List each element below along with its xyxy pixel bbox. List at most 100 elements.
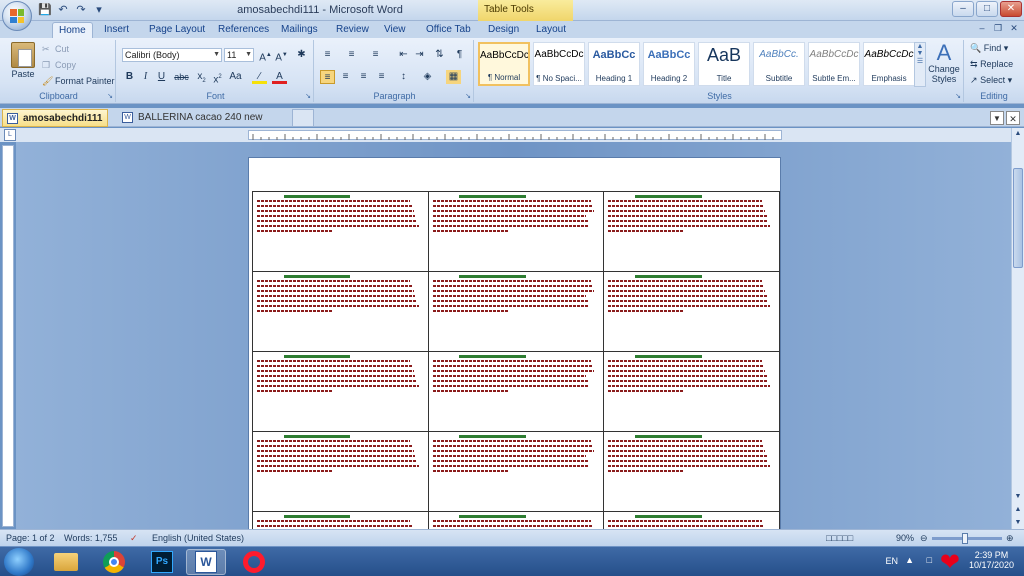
table-cell[interactable] <box>603 191 780 272</box>
align-center-icon[interactable]: ≡ <box>338 70 353 84</box>
document-area[interactable] <box>16 142 1011 529</box>
styles-gallery-scroll[interactable]: ▲ ▼ ☰ <box>914 42 926 87</box>
table-row[interactable] <box>252 271 780 352</box>
font-name-select[interactable]: Calibri (Body) ▼ <box>122 48 222 62</box>
select-button[interactable]: ↗ Select ▾ <box>970 75 1012 86</box>
zoom-slider-knob[interactable] <box>962 533 968 544</box>
table-row[interactable] <box>252 511 780 529</box>
paragraph-launcher-icon[interactable]: ↘ <box>465 92 471 100</box>
redo-icon[interactable]: ↷ <box>74 3 88 17</box>
doc-tab-close-icon[interactable]: ✕ <box>1006 111 1020 125</box>
style-subtitle[interactable]: AaBbCc. Subtitle <box>753 42 805 86</box>
language[interactable]: English (United States) <box>152 533 244 543</box>
replace-button[interactable]: ⇆ Replace <box>970 59 1013 70</box>
maximize-button[interactable]: □ <box>976 1 998 17</box>
sort-icon[interactable]: ⇅ <box>432 48 447 62</box>
tab-review[interactable]: Review <box>330 22 375 38</box>
zoom-level[interactable]: 90% <box>896 533 914 543</box>
table-cell[interactable] <box>603 431 780 512</box>
multilevel-list-icon[interactable]: ≡ <box>368 48 383 62</box>
justify-icon[interactable]: ≡ <box>374 70 389 84</box>
numbering-icon[interactable]: ≡ <box>344 48 359 62</box>
underline-icon[interactable]: U <box>154 70 169 84</box>
style-subtle-emphasis[interactable]: AaBbCcDc Subtle Em... <box>808 42 860 86</box>
clipboard-launcher-icon[interactable]: ↘ <box>107 92 113 100</box>
word-icon[interactable]: W <box>186 549 226 575</box>
table-cell[interactable] <box>252 191 429 272</box>
table-cell[interactable] <box>252 431 429 512</box>
table-cell[interactable] <box>252 351 429 432</box>
clock[interactable]: 2:39 PM 10/17/2020 <box>969 550 1014 570</box>
save-icon[interactable]: 💾 <box>38 3 52 17</box>
format-painter-button[interactable]: 🖌 Format Painter <box>42 76 115 87</box>
ruler-tab-selector[interactable]: L <box>4 129 16 141</box>
cut-button[interactable]: ✂ Cut <box>42 44 69 55</box>
table-cell[interactable] <box>252 511 429 529</box>
vertical-ruler[interactable] <box>2 145 14 527</box>
tab-view[interactable]: View <box>378 22 412 38</box>
change-case-icon[interactable]: Aa <box>228 70 243 84</box>
tab-mailings[interactable]: Mailings <box>275 22 324 38</box>
vertical-scrollbar[interactable]: ▲ ▼ ▲ ▼ <box>1011 128 1024 529</box>
copy-button[interactable]: ❐ Copy <box>42 60 76 71</box>
subscript-icon[interactable]: x2 <box>194 70 209 84</box>
table-cell[interactable] <box>427 271 605 352</box>
bullets-icon[interactable]: ≡ <box>320 48 335 62</box>
align-left-icon[interactable]: ≡ <box>320 70 335 84</box>
table-cell[interactable] <box>603 511 780 529</box>
customize-qat-icon[interactable]: ▾ <box>92 3 106 17</box>
font-size-select[interactable]: 11 ▼ <box>224 48 254 62</box>
table-row[interactable] <box>252 191 780 272</box>
doc-tab-active[interactable]: Wamosabechdi111 <box>2 109 108 127</box>
proofing-icon[interactable]: ✓ <box>130 533 138 544</box>
doc-restore-icon[interactable]: ❐ <box>992 23 1004 35</box>
language-indicator[interactable]: EN <box>885 556 898 566</box>
tab-page-layout[interactable]: Page Layout <box>143 22 211 38</box>
undo-icon[interactable]: ↶ <box>56 3 70 17</box>
shading-icon[interactable]: ◈ <box>420 70 435 84</box>
zoom-in-icon[interactable]: ⊕ <box>1006 533 1014 544</box>
find-button[interactable]: 🔍 Find ▾ <box>970 43 1008 54</box>
borders-icon[interactable]: ▦ <box>446 70 461 84</box>
heart-icon[interactable]: ❤ <box>940 548 960 576</box>
style-heading-2[interactable]: AaBbCc Heading 2 <box>643 42 695 86</box>
style-normal[interactable]: AaBbCcDc ¶ Normal <box>478 42 530 86</box>
page-count[interactable]: Page: 1 of 2 <box>6 533 55 543</box>
horizontal-ruler[interactable] <box>248 130 782 140</box>
network-icon[interactable]: □ <box>927 555 932 565</box>
table-cell[interactable] <box>427 191 605 272</box>
line-spacing-icon[interactable]: ↕ <box>396 70 411 84</box>
paste-button[interactable]: Paste <box>6 40 40 86</box>
chrome-icon[interactable] <box>94 549 134 575</box>
bold-icon[interactable]: B <box>122 70 137 84</box>
doc-close-icon[interactable]: ✕ <box>1008 23 1020 35</box>
tab-references[interactable]: References <box>212 22 275 38</box>
shrink-font-icon[interactable]: A▼ <box>274 48 289 63</box>
doc-tabs-dropdown-icon[interactable]: ▼ <box>990 111 1004 125</box>
doc-tab[interactable]: W BALLERINA cacao 240 new <box>118 109 288 127</box>
photoshop-icon[interactable]: Ps <box>142 549 182 575</box>
table-row[interactable] <box>252 351 780 432</box>
style-title[interactable]: AaB Title <box>698 42 750 86</box>
show-hide-icon[interactable]: ¶ <box>452 48 467 62</box>
table-cell[interactable] <box>603 271 780 352</box>
start-button[interactable] <box>4 548 34 576</box>
increase-indent-icon[interactable]: ⇥ <box>412 48 427 62</box>
tab-office-tab[interactable]: Office Tab <box>420 22 477 38</box>
document-page[interactable] <box>248 157 781 529</box>
italic-icon[interactable]: I <box>138 70 153 84</box>
font-launcher-icon[interactable]: ↘ <box>305 92 311 100</box>
zoom-out-icon[interactable]: ⊖ <box>920 533 928 544</box>
close-button[interactable]: ✕ <box>1000 1 1022 17</box>
styles-launcher-icon[interactable]: ↘ <box>955 92 961 100</box>
tab-insert[interactable]: Insert <box>98 22 135 38</box>
opera-icon[interactable] <box>234 549 274 575</box>
minimize-button[interactable]: – <box>952 1 974 17</box>
prev-page-icon[interactable]: ▲ <box>1012 504 1024 516</box>
explorer-icon[interactable] <box>46 549 86 575</box>
table-cell[interactable] <box>603 351 780 432</box>
highlight-icon[interactable]: ∕ <box>252 70 267 84</box>
new-tab-button[interactable] <box>292 109 314 127</box>
table-cell[interactable] <box>427 431 605 512</box>
decrease-indent-icon[interactable]: ⇤ <box>396 48 411 62</box>
